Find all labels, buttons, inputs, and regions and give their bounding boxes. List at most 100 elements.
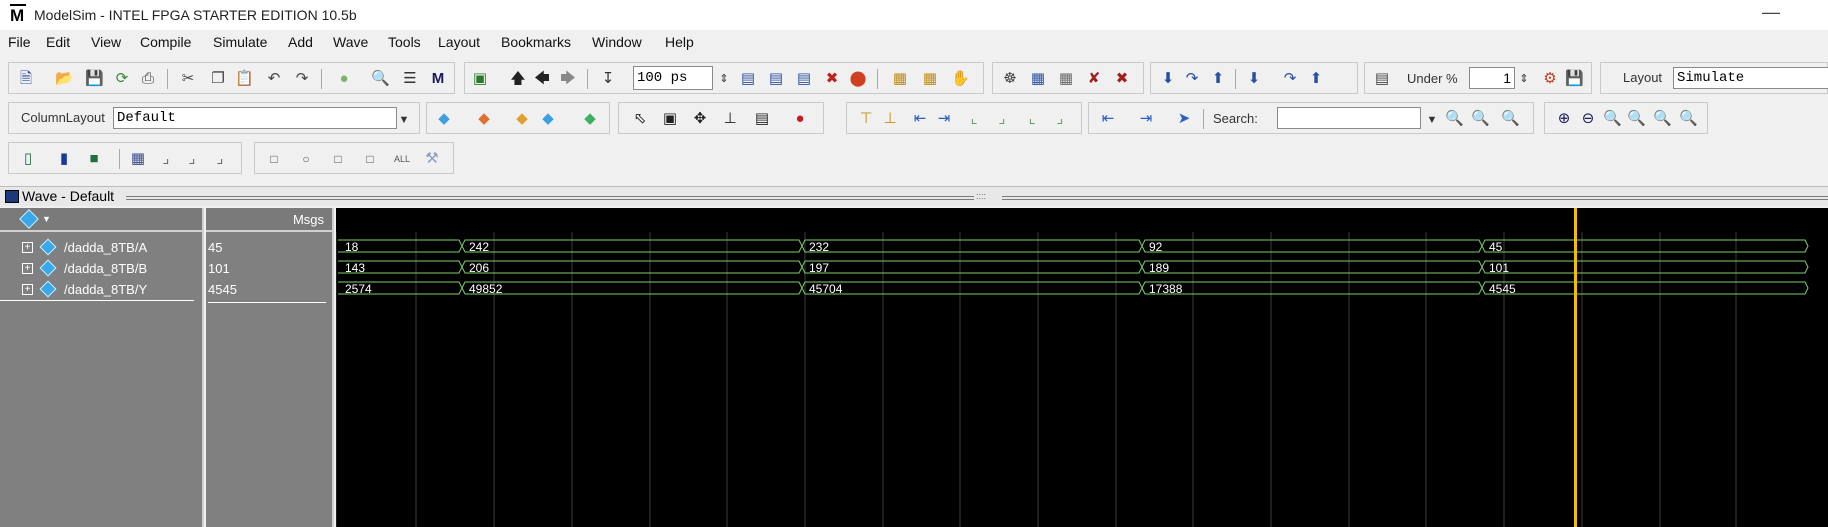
literal-format-icon[interactable]: ▯ xyxy=(19,150,37,168)
run-length-field[interactable]: 100 ps xyxy=(633,66,713,90)
cut-icon[interactable]: ✂ xyxy=(179,70,197,88)
signal-filter-icon[interactable] xyxy=(19,209,39,229)
falling-edge-icon[interactable]: ⌞ xyxy=(965,110,983,128)
menu-tools[interactable]: Tools xyxy=(388,34,421,50)
search-input[interactable] xyxy=(1277,107,1421,129)
step-into-current-icon[interactable]: ⬇ xyxy=(1245,70,1263,88)
chevron-down-icon[interactable]: ▼ xyxy=(395,111,413,129)
find-all-icon[interactable]: 🔍 xyxy=(1501,110,1520,128)
previous-transition-icon[interactable]: ⇤ xyxy=(911,110,929,128)
insert-group-icon[interactable]: ◆ xyxy=(513,110,531,128)
menu-layout[interactable]: Layout xyxy=(438,34,480,50)
stop-icon[interactable]: ⬤ xyxy=(849,70,867,88)
memory-icon[interactable]: ▦ xyxy=(921,70,939,88)
output-filter-icon[interactable]: ○ xyxy=(297,150,315,168)
zoom-between-cursors-icon[interactable]: 🔍 xyxy=(1653,110,1672,128)
step-out-current-icon[interactable]: ⬆ xyxy=(1307,70,1325,88)
add-wave-icon[interactable]: ◆ xyxy=(435,110,453,128)
menu-simulate[interactable]: Simulate xyxy=(213,34,267,50)
modelsim-icon[interactable]: M xyxy=(429,70,447,88)
restart-icon[interactable]: ↧ xyxy=(599,70,617,88)
menu-edit[interactable]: Edit xyxy=(46,34,70,50)
print-icon[interactable]: ⎙ xyxy=(139,70,157,88)
find-icon[interactable]: 🔍 xyxy=(371,70,390,88)
expanded-format-icon[interactable]: ⌟ xyxy=(211,150,229,168)
search-backward-icon[interactable]: ⇤ xyxy=(1099,110,1117,128)
breakpoint-icon[interactable]: ✘ xyxy=(1085,70,1103,88)
step-icon[interactable]: ☸ xyxy=(1001,70,1019,88)
coverage-toggle-icon[interactable]: ⚙ xyxy=(1541,70,1559,88)
redo-icon[interactable]: ↷ xyxy=(293,70,311,88)
stop-light-icon[interactable]: ● xyxy=(791,110,809,128)
insert-cursor-icon[interactable]: ⊤ xyxy=(857,110,875,128)
pan-mode-icon[interactable]: ✥ xyxy=(691,110,709,128)
back-arrow-icon[interactable]: 🡄 xyxy=(533,70,551,88)
export-icon[interactable]: ◆ xyxy=(581,110,599,128)
insert-divider-icon[interactable]: ◆ xyxy=(475,110,493,128)
all-filter-icon[interactable]: ALL xyxy=(393,150,411,168)
rising-edge-icon[interactable]: ⌟ xyxy=(993,110,1011,128)
run-all-icon[interactable]: ▤ xyxy=(795,70,813,88)
continue-icon[interactable]: ▤ xyxy=(767,70,785,88)
menu-add[interactable]: Add xyxy=(288,34,313,50)
dataflow-icon[interactable]: ▦ xyxy=(1029,70,1047,88)
menu-compile[interactable]: Compile xyxy=(140,34,191,50)
search-forward-icon[interactable]: ⇥ xyxy=(1137,110,1155,128)
step-format-icon[interactable]: ⌟ xyxy=(157,150,175,168)
delete-breakpoint-icon[interactable]: ✖ xyxy=(1113,70,1131,88)
copy-icon[interactable]: ❐ xyxy=(209,70,227,88)
signal-row[interactable]: + /dadda_8TB/Y xyxy=(0,280,194,301)
hand-icon[interactable]: ✋ xyxy=(951,70,970,88)
zoom-out-icon[interactable]: ⊖ xyxy=(1579,110,1597,128)
waveform-pane[interactable]: 18 242 232 92 45 143 206 197 189 101 2574 49852 4570… xyxy=(336,208,1828,527)
menu-help[interactable]: Help xyxy=(665,34,694,50)
expand-time-icon[interactable]: ⌞ xyxy=(1023,110,1041,128)
delta-format-icon[interactable]: ⌟ xyxy=(183,150,201,168)
open-folder-icon[interactable]: 📂 xyxy=(55,70,74,88)
expand-icon[interactable]: + xyxy=(22,284,33,295)
signal-row[interactable]: + /dadda_8TB/A xyxy=(0,238,202,259)
spinner-icon[interactable]: ⇕ xyxy=(715,70,733,88)
menu-window[interactable]: Window xyxy=(592,34,642,50)
expand-icon[interactable]: + xyxy=(22,263,33,274)
run-icon[interactable]: ▤ xyxy=(739,70,757,88)
zoom-in-icon[interactable]: ⊕ xyxy=(1555,110,1573,128)
coverage-save-icon[interactable]: 💾 xyxy=(1565,70,1584,88)
search-options-icon[interactable]: ➤ xyxy=(1175,110,1193,128)
paste-icon[interactable]: 📋 xyxy=(235,70,254,88)
minimize-button[interactable]: — xyxy=(1762,2,1780,23)
collapse-time-icon[interactable]: ⌟ xyxy=(1051,110,1069,128)
delete-cursor-icon[interactable]: ⊥ xyxy=(881,110,899,128)
zoom-full-icon[interactable]: 🔍 xyxy=(1603,110,1622,128)
step-over-icon[interactable]: ↷ xyxy=(1183,70,1201,88)
expand-icon[interactable]: + xyxy=(22,242,33,253)
new-file-icon[interactable]: 🗎 xyxy=(17,70,35,88)
save-icon[interactable]: 💾 xyxy=(85,70,104,88)
performance-icon[interactable]: ▦ xyxy=(891,70,909,88)
schematic-icon[interactable]: ▦ xyxy=(1057,70,1075,88)
step-over-current-icon[interactable]: ↷ xyxy=(1281,70,1299,88)
inout-filter-icon[interactable]: □ xyxy=(329,150,347,168)
column-layout-select[interactable]: Default xyxy=(113,107,397,129)
filter-settings-icon[interactable]: ⚒ xyxy=(423,150,441,168)
signal-row[interactable]: + /dadda_8TB/B xyxy=(0,259,202,280)
analog-format-icon[interactable]: ■ xyxy=(85,150,103,168)
under-spinner-icon[interactable]: ⇕ xyxy=(1515,70,1533,88)
step-out-icon[interactable]: ⬆ xyxy=(1209,70,1227,88)
time-cursor[interactable] xyxy=(1574,208,1577,527)
under-percent-field[interactable]: 1 xyxy=(1469,67,1515,89)
menu-wave[interactable]: Wave xyxy=(333,34,368,50)
find-previous-icon[interactable]: 🔍 xyxy=(1471,110,1490,128)
zoom-mode-icon[interactable]: ▣ xyxy=(661,110,679,128)
event-format-icon[interactable]: ▦ xyxy=(129,150,147,168)
layout-select[interactable]: Simulate xyxy=(1673,67,1828,89)
zoom-cursor-icon[interactable]: 🔍 xyxy=(1627,110,1646,128)
up-arrow-icon[interactable]: 🡅 xyxy=(509,70,527,88)
break-icon[interactable]: ✖ xyxy=(823,70,841,88)
internal-filter-icon[interactable]: □ xyxy=(361,150,379,168)
menu-view[interactable]: View xyxy=(91,34,121,50)
compile-icon[interactable]: ▣ xyxy=(471,70,489,88)
input-filter-icon[interactable]: □ xyxy=(265,150,283,168)
edit-mode-icon[interactable]: ⊥ xyxy=(721,110,739,128)
reload-icon[interactable]: ⟳ xyxy=(113,70,131,88)
